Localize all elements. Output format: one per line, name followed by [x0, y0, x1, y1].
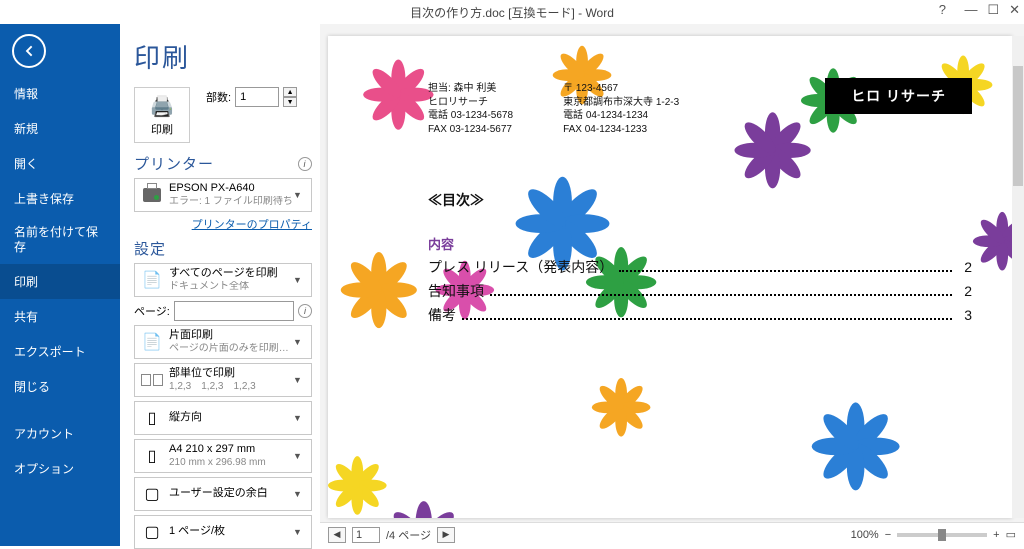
- page-title: 印刷: [134, 38, 312, 75]
- zoom-slider[interactable]: [897, 533, 987, 537]
- page-total-label: /4 ページ: [386, 527, 431, 543]
- sidebar-item-close[interactable]: 閉じる: [0, 369, 120, 404]
- copies-label: 部数:: [206, 89, 231, 105]
- print-settings-pane: 印刷 🖨️ 印刷 部数: 1 ▲ ▼ プリンター i: [120, 24, 320, 546]
- page-number-input[interactable]: 1: [352, 527, 380, 543]
- sidebar-item-account[interactable]: アカウント: [0, 416, 120, 451]
- toc-title: ≪目次≫: [428, 190, 972, 210]
- margins-selector[interactable]: ▢ ユーザー設定の余白 ▼: [134, 477, 312, 511]
- pages-icon: 📄: [139, 267, 165, 293]
- minimize-icon[interactable]: —: [964, 2, 977, 18]
- window-title: 目次の作り方.doc [互換モード] - Word: [410, 4, 614, 21]
- titlebar: 目次の作り方.doc [互換モード] - Word ? — ☐ ✕: [0, 0, 1024, 24]
- backstage-sidebar: 情報 新規 開く 上書き保存 名前を付けて保存 印刷 共有 エクスポート 閉じる…: [0, 24, 120, 546]
- printer-properties-link[interactable]: プリンターのプロパティ: [134, 216, 312, 232]
- copies-input[interactable]: 1: [235, 87, 279, 107]
- chevron-down-icon: ▼: [293, 190, 307, 200]
- company-logo: ヒロ リサーチ: [825, 78, 972, 114]
- pages-per-sheet-selector[interactable]: ▢ 1 ページ/枚 ▼: [134, 515, 312, 549]
- printer-icon: 🖨️: [150, 94, 175, 119]
- preview-page: 担当: 森中 利美 ヒロリサーチ 電話 03-1234-5678 FAX 03-…: [328, 36, 1012, 518]
- print-preview-pane: 担当: 森中 利美 ヒロリサーチ 電話 03-1234-5678 FAX 03-…: [320, 24, 1024, 546]
- sidebar-item-info[interactable]: 情報: [0, 76, 120, 111]
- sidebar-item-open[interactable]: 開く: [0, 146, 120, 181]
- printer-selector[interactable]: EPSON PX-A640 エラー: 1 ファイル印刷待ち ▼: [134, 178, 312, 212]
- vertical-scrollbar[interactable]: [1012, 36, 1024, 518]
- printer-status-icon: [139, 182, 165, 208]
- zoom-label: 100%: [851, 529, 879, 541]
- paper-size-selector[interactable]: ▯ A4 210 x 297 mm 210 mm x 296.98 mm ▼: [134, 439, 312, 473]
- next-page-button[interactable]: ▶: [437, 527, 455, 543]
- fit-page-button[interactable]: ▭: [1006, 528, 1016, 541]
- toc-subtitle: 内容: [428, 234, 972, 253]
- zoom-out-button[interactable]: −: [885, 529, 891, 541]
- paper-icon: ▯: [139, 443, 165, 469]
- help-icon[interactable]: ?: [939, 2, 946, 17]
- portrait-icon: ▯: [139, 405, 165, 431]
- pages-info-icon[interactable]: i: [298, 304, 312, 318]
- collate-selector[interactable]: 部単位で印刷 1,2,3 1,2,3 1,2,3 ▼: [134, 363, 312, 397]
- pages-input[interactable]: [174, 301, 294, 321]
- sidebar-item-options[interactable]: オプション: [0, 451, 120, 486]
- document-content: 担当: 森中 利美 ヒロリサーチ 電話 03-1234-5678 FAX 03-…: [428, 82, 972, 325]
- sidebar-item-export[interactable]: エクスポート: [0, 334, 120, 369]
- back-button[interactable]: [12, 34, 46, 68]
- per-sheet-icon: ▢: [139, 519, 165, 545]
- preview-statusbar: ◀ 1 /4 ページ ▶ 100% − + ▭: [320, 522, 1024, 546]
- print-button[interactable]: 🖨️ 印刷: [134, 87, 190, 143]
- printer-info-icon[interactable]: i: [298, 157, 312, 171]
- restore-icon[interactable]: ☐: [987, 2, 999, 18]
- sidebar-item-save[interactable]: 上書き保存: [0, 181, 120, 216]
- orientation-selector[interactable]: ▯ 縦方向 ▼: [134, 401, 312, 435]
- pages-label: ページ:: [134, 303, 170, 319]
- printer-heading: プリンター: [134, 153, 214, 174]
- prev-page-button[interactable]: ◀: [328, 527, 346, 543]
- settings-heading: 設定: [134, 238, 166, 259]
- sidebar-item-share[interactable]: 共有: [0, 299, 120, 334]
- toc-row: 告知事項2: [428, 281, 972, 301]
- zoom-in-button[interactable]: +: [993, 529, 999, 541]
- copies-up-button[interactable]: ▲: [283, 87, 297, 97]
- copies-down-button[interactable]: ▼: [283, 97, 297, 107]
- print-range-selector[interactable]: 📄 すべてのページを印刷 ドキュメント全体 ▼: [134, 263, 312, 297]
- close-icon[interactable]: ✕: [1009, 2, 1020, 18]
- toc-row: プレス リリース（発表内容）2: [428, 257, 972, 277]
- single-side-icon: 📄: [139, 329, 165, 355]
- toc-row: 備考3: [428, 305, 972, 325]
- collate-icon: [139, 367, 165, 393]
- sidebar-item-new[interactable]: 新規: [0, 111, 120, 146]
- sidebar-item-saveas[interactable]: 名前を付けて保存: [0, 216, 120, 264]
- sidebar-item-print[interactable]: 印刷: [0, 264, 120, 299]
- sides-selector[interactable]: 📄 片面印刷 ページの片面のみを印刷… ▼: [134, 325, 312, 359]
- margins-icon: ▢: [139, 481, 165, 507]
